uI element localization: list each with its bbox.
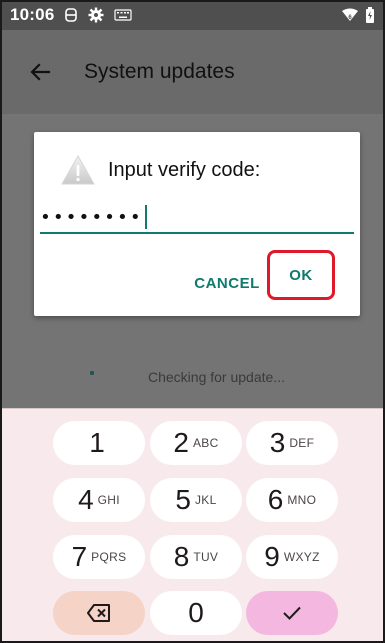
backspace-key[interactable] [53,591,145,635]
update-status-row: Checking for update... [0,369,385,393]
status-bar: 10:06 6 [0,0,385,30]
text-caret [144,205,147,229]
key-digit: 3 [269,427,286,458]
key-letters: MNO [287,493,317,507]
key-digit: 0 [188,597,204,628]
key-digit: 5 [175,484,191,515]
key-digit: 1 [89,427,105,458]
key-digit: 7 [71,541,88,572]
key-9[interactable]: 9 WXYZ [246,535,338,579]
key-2[interactable]: 2 ABC [150,421,242,465]
status-icons-right: 6 [341,7,375,23]
key-6[interactable]: 6 MNO [246,478,338,522]
checkmark-icon [283,606,301,620]
battery-icon [366,7,374,23]
key-letters: PQRS [91,550,127,564]
warning-icon [61,154,95,185]
arrow-back-icon [30,63,51,81]
progress-indicator [90,371,94,375]
key-letters: TUV [193,550,219,564]
dialog-title: Input verify code: [108,158,261,181]
key-digit: 4 [78,484,94,515]
key-digit: 8 [173,541,190,572]
update-status-text: Checking for update... [148,369,285,385]
key-letters: ABC [193,436,219,450]
key-4[interactable]: 4 GHI [53,478,145,522]
key-0[interactable]: 0 [150,591,242,635]
key-letters: GHI [97,493,120,507]
app-bar: System updates [0,30,385,114]
status-time: 10:06 [10,5,55,24]
dialog-title-row: Input verify code: [60,154,260,186]
verify-code-dialog: Input verify code: •••••••• CANCEL OK [34,132,360,316]
key-3[interactable]: 3 DEF [246,421,338,465]
cancel-button[interactable]: CANCEL [182,264,272,302]
backspace-icon [87,604,110,622]
verify-code-value: •••••••• [40,206,143,228]
page-title: System updates [84,60,235,83]
key-digit: 9 [264,541,280,572]
keyboard-icon [114,9,133,21]
gear-icon [88,7,104,23]
key-letters: JKL [195,493,217,507]
key-1[interactable]: 1 [53,421,145,465]
verify-code-input[interactable]: •••••••• [40,202,354,234]
status-icons-left [64,7,133,23]
done-key[interactable] [246,591,338,635]
sim-icon [65,8,78,22]
key-letters: WXYZ [283,550,320,564]
numeric-keypad: 1 2 ABC 3 DEF 4 GHI 5 JKL 6 MNO 7 PQRS 8… [0,408,385,643]
back-button[interactable] [12,44,68,100]
key-letters: DEF [289,436,315,450]
key-5[interactable]: 5 JKL [150,478,242,522]
key-8[interactable]: 8 TUV [150,535,242,579]
key-7[interactable]: 7 PQRS [53,535,145,579]
wifi-icon: 6 [342,8,358,21]
key-digit: 6 [267,484,284,515]
ok-button[interactable]: OK [267,250,335,300]
key-digit: 2 [173,427,189,458]
